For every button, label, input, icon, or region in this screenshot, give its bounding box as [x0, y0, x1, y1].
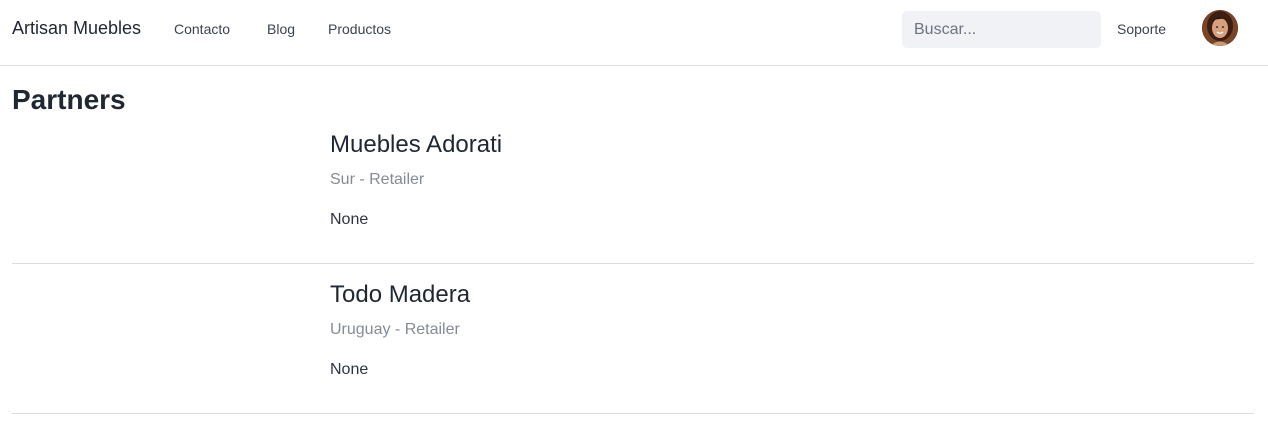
partner-meta: Uruguay - Retailer	[330, 321, 460, 338]
partner-item: Todo Madera Uruguay - Retailer None	[12, 264, 1254, 414]
partner-name[interactable]: Todo Madera	[330, 281, 470, 309]
partner-item: Muebles Adorati Sur - Retailer None	[12, 114, 1254, 264]
avatar-photo-icon	[1202, 10, 1238, 46]
nav-link-productos[interactable]: Productos	[328, 21, 391, 37]
partner-description: None	[330, 361, 369, 378]
top-navbar: Artisan Muebles Contacto Blog Productos …	[0, 0, 1268, 66]
partner-meta: Sur - Retailer	[330, 171, 425, 188]
support-link[interactable]: Soporte	[1117, 21, 1166, 37]
partner-description: None	[330, 211, 369, 228]
search-input[interactable]	[902, 11, 1101, 48]
nav-link-blog[interactable]: Blog	[267, 21, 295, 37]
nav-link-contacto[interactable]: Contacto	[174, 21, 230, 37]
page-title: Partners	[12, 84, 126, 115]
partner-name[interactable]: Muebles Adorati	[330, 131, 502, 159]
brand-link[interactable]: Artisan Muebles	[12, 18, 141, 39]
user-avatar[interactable]	[1202, 10, 1238, 46]
